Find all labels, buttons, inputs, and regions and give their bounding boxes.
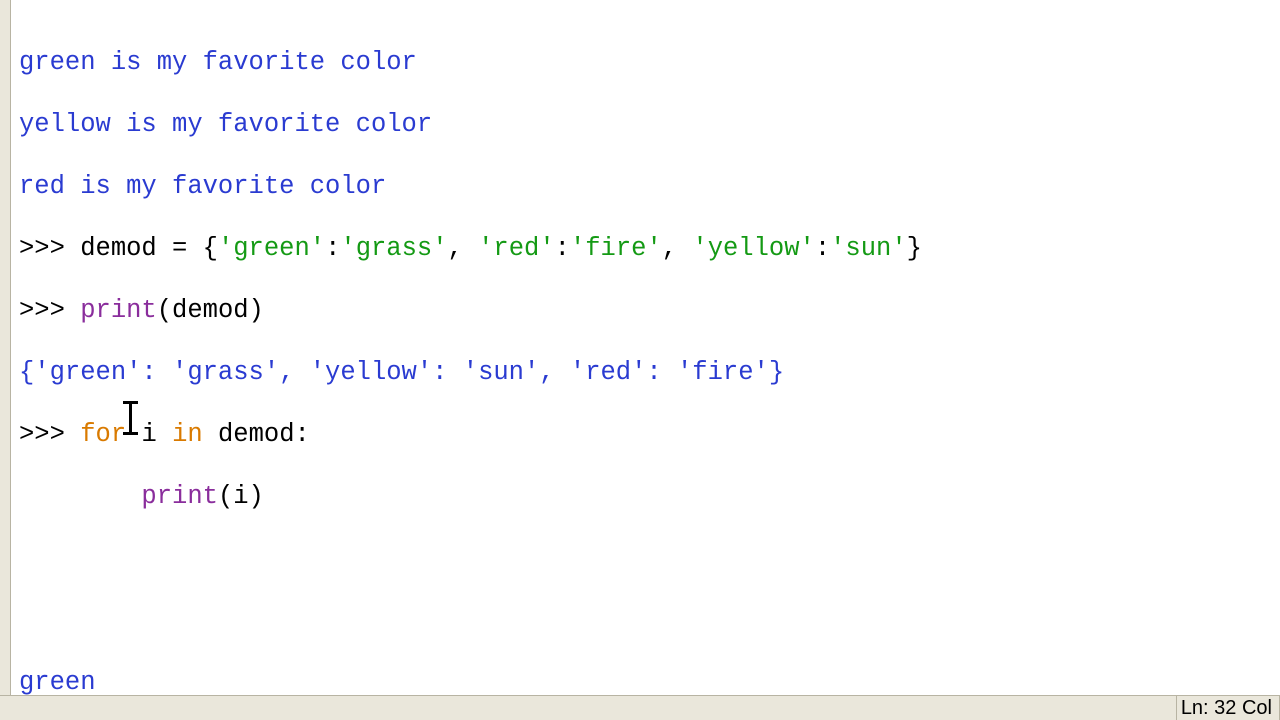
gutter-rail: [0, 0, 11, 695]
ln-label: Ln:: [1181, 697, 1214, 719]
output-line: green: [19, 668, 96, 697]
keyword: for: [80, 420, 126, 449]
code-text: (i): [218, 482, 264, 511]
ln-value: 32: [1214, 697, 1236, 719]
output-line: {'green': 'grass', 'yellow': 'sun', 'red…: [19, 358, 784, 387]
code-text: [126, 420, 141, 449]
string-literal: 'sun': [830, 234, 907, 263]
string-literal: 'green': [218, 234, 325, 263]
prompt: >>>: [19, 234, 80, 263]
output-line: red is my favorite color: [19, 172, 386, 201]
prompt: >>>: [19, 420, 80, 449]
code-text: (demod): [157, 296, 264, 325]
builtin: print: [141, 482, 218, 511]
code-text: }: [907, 234, 922, 263]
code-text: [203, 420, 218, 449]
string-literal: 'fire': [570, 234, 662, 263]
code-text: ,: [662, 234, 693, 263]
identifier: i: [141, 420, 156, 449]
code-text: demod = {: [80, 234, 218, 263]
code-text: :: [555, 234, 570, 263]
output-line: green is my favorite color: [19, 48, 417, 77]
indent: [19, 482, 141, 511]
string-literal: 'red': [478, 234, 555, 263]
code-text: ,: [448, 234, 479, 263]
string-literal: 'grass': [340, 234, 447, 263]
status-bar: Ln: 32 Col: [0, 695, 1280, 720]
shell-editor[interactable]: green is my favorite color yellow is my …: [11, 0, 1276, 695]
prompt: >>>: [19, 296, 80, 325]
code-text: [157, 420, 172, 449]
string-literal: 'yellow': [692, 234, 814, 263]
output-line: yellow is my favorite color: [19, 110, 432, 139]
builtin: print: [80, 296, 157, 325]
col-label: Col: [1236, 697, 1272, 719]
code-text: demod:: [218, 420, 310, 449]
code-text: :: [815, 234, 830, 263]
keyword: in: [172, 420, 203, 449]
code-text: :: [325, 234, 340, 263]
cursor-position: Ln: 32 Col: [1176, 696, 1276, 720]
